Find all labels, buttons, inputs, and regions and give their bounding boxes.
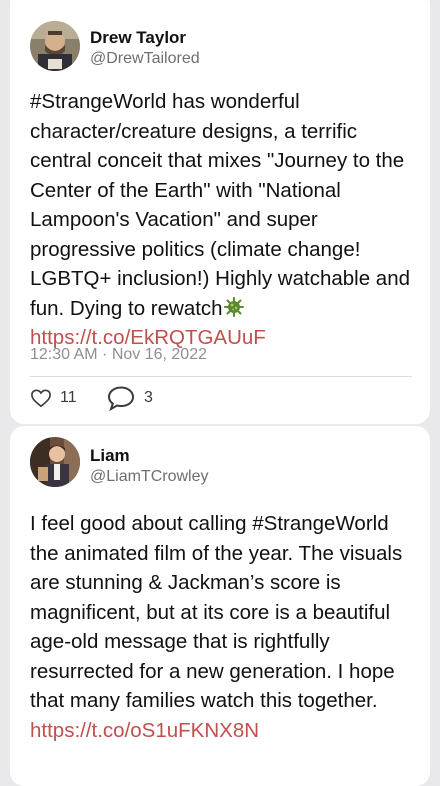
heart-icon — [31, 389, 51, 408]
speech-bubble-icon — [107, 386, 135, 411]
reply-button[interactable]: 3 — [106, 385, 153, 411]
reply-count: 3 — [144, 389, 153, 406]
like-count: 11 — [60, 389, 77, 406]
tweet-body: #StrangeWorld has wonderful character/cr… — [30, 90, 411, 320]
avatar-photo — [30, 437, 80, 487]
avatar-photo — [30, 21, 80, 71]
tweet-body: I feel good about calling #StrangeWorld … — [30, 512, 403, 712]
tweet-link[interactable]: https://t.co/oS1uFKNX8N — [30, 719, 259, 742]
tweet-card[interactable]: Liam @LiamTCrowley I feel good about cal… — [10, 426, 430, 786]
avatar[interactable] — [30, 437, 80, 487]
divider — [30, 376, 412, 377]
tweet-text: #StrangeWorld has wonderful character/cr… — [30, 87, 422, 353]
author-handle[interactable]: @DrewTailored — [90, 50, 200, 68]
author-handle[interactable]: @LiamTCrowley — [90, 468, 208, 486]
tweet-timestamp[interactable]: 12:30 AM · Nov 16, 2022 — [30, 346, 207, 364]
author-name[interactable]: Liam — [90, 446, 130, 466]
tweet-card[interactable]: Drew Taylor @DrewTailored #StrangeWorld … — [10, 0, 430, 424]
like-button[interactable]: 11 — [30, 388, 77, 408]
avatar[interactable] — [30, 21, 80, 71]
tweet-text: I feel good about calling #StrangeWorld … — [30, 509, 422, 745]
microbe-emoji-icon — [223, 296, 245, 320]
author-name[interactable]: Drew Taylor — [90, 28, 186, 48]
